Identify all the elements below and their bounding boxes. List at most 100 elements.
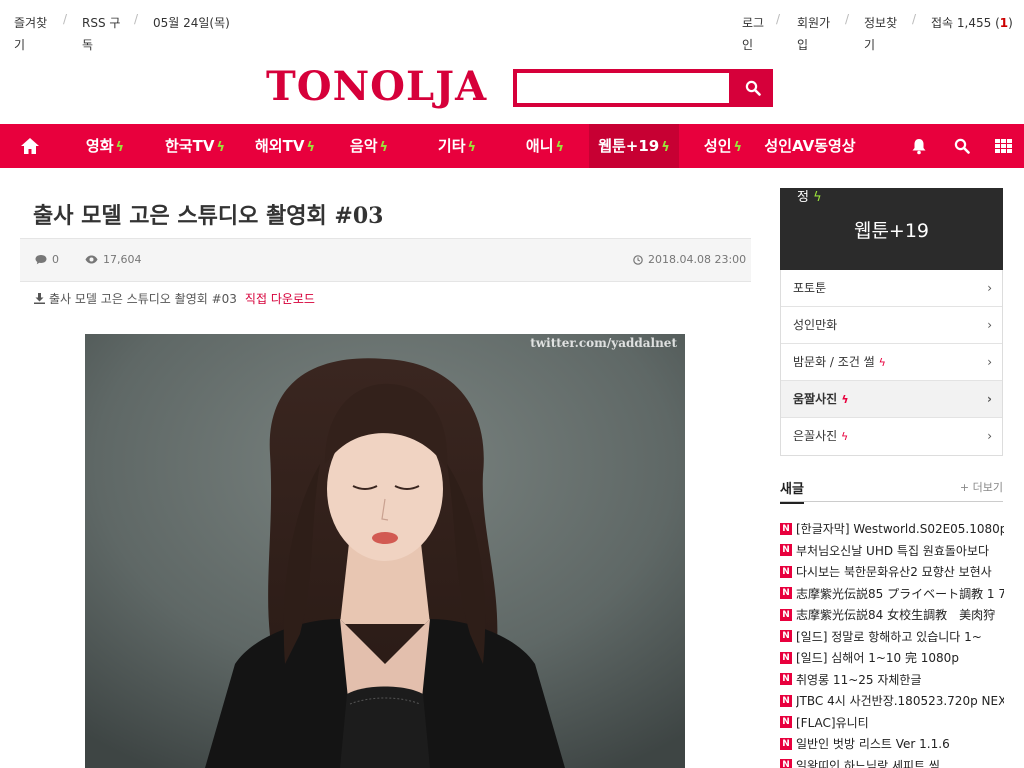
sidebar-item-phototoon[interactable]: 포토툰 › bbox=[781, 270, 1002, 307]
nav-label: 영화 bbox=[85, 137, 114, 155]
bell-icon bbox=[912, 138, 926, 154]
search-input[interactable] bbox=[517, 73, 729, 103]
new-badge-icon: N bbox=[780, 565, 792, 578]
nav-item-adult[interactable]: 성인 ϟ bbox=[688, 124, 758, 168]
separator: / bbox=[134, 12, 139, 26]
chevron-right-icon: › bbox=[987, 281, 992, 295]
new-posts-header: 새글 + 더보기 bbox=[780, 476, 1003, 504]
comment-count-value: 0 bbox=[52, 253, 59, 266]
nav-item-movie[interactable]: 영화 ϟ bbox=[68, 124, 142, 168]
list-item[interactable]: N 일반인 벗방 리스트 Ver 1.1.6 bbox=[780, 733, 1004, 755]
main-nav: 영화 ϟ 한국TV ϟ 해외TV ϟ 음악 ϟ 기타 ϟ 애니 ϟ 웹툰+19 ϟ 성인 ϟ 성… bbox=[0, 124, 1024, 168]
new-badge-icon: N bbox=[780, 630, 792, 643]
separator: / bbox=[776, 12, 781, 26]
sidebar-item-label: 움짤사진 bbox=[793, 392, 838, 406]
site-logo[interactable]: TONOLJA bbox=[266, 64, 487, 110]
bolt-icon: ϟ bbox=[841, 430, 849, 443]
notification-button[interactable] bbox=[899, 124, 939, 168]
new-badge-icon: N bbox=[780, 587, 792, 600]
new-badge-icon: N bbox=[780, 737, 792, 750]
search-box bbox=[513, 69, 733, 107]
list-item[interactable]: N [FLAC]유니티 bbox=[780, 712, 1004, 734]
search-button[interactable] bbox=[732, 69, 773, 107]
chevron-right-icon: › bbox=[987, 318, 992, 332]
find-info-link[interactable]: 정보찾기 bbox=[864, 12, 906, 56]
separator: / bbox=[845, 12, 850, 26]
list-item[interactable]: N 부처님오신날 UHD 특집 원효돌아보다 bbox=[780, 540, 1004, 562]
new-badge-icon: N bbox=[780, 544, 792, 557]
home-button[interactable] bbox=[0, 124, 60, 168]
chevron-right-icon: › bbox=[987, 355, 992, 369]
home-icon bbox=[21, 138, 39, 154]
sidebar-item-label: 성인만화 bbox=[793, 318, 838, 332]
post-meta-bar: 0 17,604 2018.04.08 23:00 bbox=[20, 238, 751, 282]
post-title: 출사 모델 고은 스튜디오 촬영회 #03 bbox=[33, 203, 384, 229]
chevron-right-icon: › bbox=[987, 429, 992, 443]
bookmark-link[interactable]: 즐겨찾기 bbox=[14, 12, 58, 56]
grid-menu-icon bbox=[994, 139, 1012, 153]
list-item[interactable]: N [일드] 심해어 1~10 完 1080p bbox=[780, 647, 1004, 669]
nav-label: 웹툰+19 bbox=[598, 137, 660, 155]
chevron-right-icon: › bbox=[987, 392, 992, 406]
bolt-icon: ϟ bbox=[379, 140, 389, 155]
bolt-icon: ϟ bbox=[306, 140, 316, 155]
list-item[interactable]: N 志摩紫光伝説85 プライベート調教 1 7 bbox=[780, 583, 1004, 605]
nav-label: 애니 bbox=[525, 137, 554, 155]
register-link[interactable]: 회원가입 bbox=[797, 12, 839, 56]
more-link[interactable]: + 더보기 bbox=[960, 479, 1003, 495]
nav-item-webtoon[interactable]: 웹툰+19 ϟ bbox=[589, 124, 679, 168]
connection-label: 접속 1,455 bbox=[931, 16, 992, 30]
new-badge-icon: N bbox=[780, 651, 792, 664]
menu-grid-button[interactable] bbox=[983, 124, 1023, 168]
login-link[interactable]: 로그인 bbox=[742, 12, 770, 56]
list-item[interactable]: N [일드] 정말로 항해하고 있습니다 1~ bbox=[780, 626, 1004, 648]
bolt-icon: ϟ bbox=[555, 140, 565, 155]
nav-item-adult-av[interactable]: 성인AV동영상 bbox=[764, 124, 856, 168]
photo-watermark: twitter.com/yaddalnet bbox=[530, 336, 677, 350]
sidebar-item-gif-photos[interactable]: 움짤사진 ϟ › bbox=[781, 381, 1002, 418]
separator: / bbox=[912, 12, 917, 26]
nav-item-anime[interactable]: 애니 ϟ bbox=[510, 124, 580, 168]
comment-icon bbox=[35, 255, 47, 265]
sidebar-item-adult-comic[interactable]: 성인만화 › bbox=[781, 307, 1002, 344]
nav-item-korean-tv[interactable]: 한국TV ϟ bbox=[152, 124, 238, 168]
list-item[interactable]: N 다시보는 북한문화유산2 묘향산 보현사 bbox=[780, 561, 1004, 583]
search-icon bbox=[954, 138, 970, 154]
bolt-icon: ϟ bbox=[841, 393, 849, 406]
bolt-icon: ϟ bbox=[813, 190, 822, 205]
list-item[interactable]: N 志摩紫光伝説84 女校生調教 美肉狩 bbox=[780, 604, 1004, 626]
nav-item-etc[interactable]: 기타 ϟ bbox=[422, 124, 492, 168]
sidebar-item-sexy-photos[interactable]: 은꼴사진 ϟ › bbox=[781, 418, 1002, 455]
new-badge-icon: N bbox=[780, 608, 792, 621]
list-item[interactable]: N 일왕띠인 하느님랑 세피트 씩 bbox=[780, 755, 1004, 768]
nav-label: 한국TV bbox=[164, 137, 215, 155]
sidebar-category-box: 정 ϟ 웹툰+19 bbox=[780, 188, 1003, 270]
download-row: 출사 모델 고은 스튜디오 촬영회 #03 직접 다운로드 bbox=[34, 290, 315, 307]
bolt-icon: ϟ bbox=[661, 140, 670, 155]
bolt-icon: ϟ bbox=[115, 140, 125, 155]
paren: ) bbox=[1008, 16, 1013, 30]
rss-link[interactable]: RSS 구독 bbox=[82, 12, 128, 56]
nav-item-foreign-tv[interactable]: 해외TV ϟ bbox=[242, 124, 328, 168]
nav-item-music[interactable]: 음악 ϟ bbox=[334, 124, 404, 168]
list-item-text: 일왕띠인 하느님랑 세피트 씩 bbox=[796, 758, 940, 768]
sidebar-item-nightlife[interactable]: 밤문화 / 조건 썰 ϟ › bbox=[781, 344, 1002, 381]
connection-new-count: 1 bbox=[999, 16, 1009, 30]
list-item-text: [FLAC]유니티 bbox=[796, 715, 869, 730]
list-item-text: 부처님오신날 UHD 특집 원효돌아보다 bbox=[796, 543, 990, 558]
list-item-text: 취영롱 11~25 자체한글 bbox=[796, 672, 922, 687]
new-badge-icon: N bbox=[780, 759, 792, 768]
direct-download-link[interactable]: 직접 다운로드 bbox=[245, 290, 315, 307]
list-item[interactable]: N JTBC 4시 사건반장.180523.720p NEX bbox=[780, 690, 1004, 712]
new-badge-icon: N bbox=[780, 673, 792, 686]
nav-label: 기타 bbox=[437, 137, 466, 155]
download-filename[interactable]: 출사 모델 고은 스튜디오 촬영회 #03 bbox=[49, 290, 237, 307]
eye-icon bbox=[85, 255, 98, 264]
list-item[interactable]: N 취영롱 11~25 자체한글 bbox=[780, 669, 1004, 691]
sidebar-item-label: 은꼴사진 bbox=[793, 429, 838, 443]
nav-search-button[interactable] bbox=[942, 124, 982, 168]
list-item[interactable]: N [한글자막] Westworld.S02E05.1080p. bbox=[780, 518, 1004, 540]
new-badge-icon: N bbox=[780, 716, 792, 729]
connection-count[interactable]: 접속 1,455 (1) bbox=[931, 12, 1013, 34]
comment-count: 0 bbox=[35, 253, 59, 266]
